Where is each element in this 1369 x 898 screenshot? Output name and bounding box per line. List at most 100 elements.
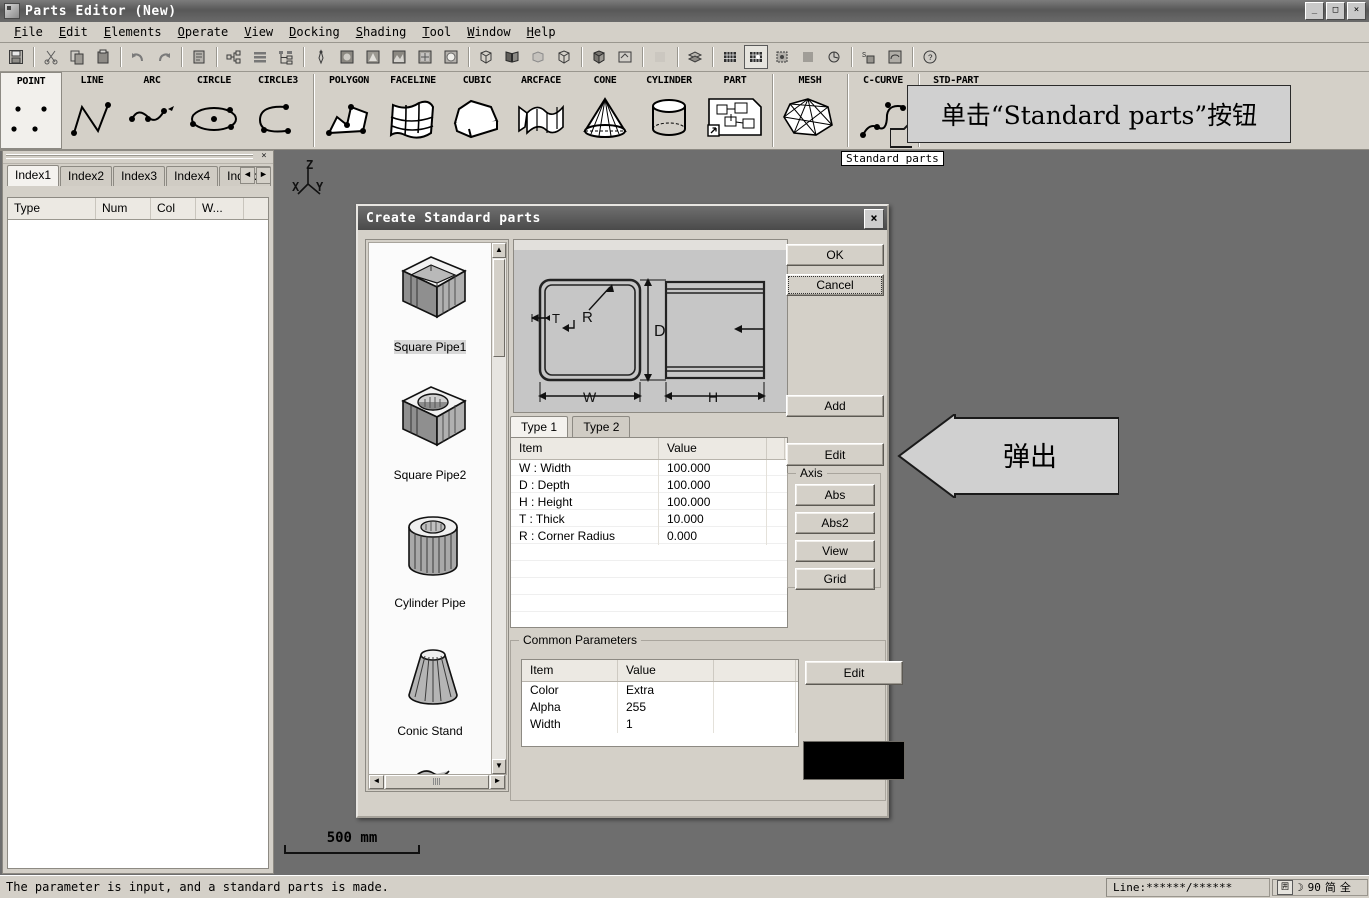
sidebar-tab-index1[interactable]: Index1	[7, 165, 60, 186]
help-icon[interactable]: ?	[918, 45, 942, 69]
texture-icon[interactable]	[387, 45, 411, 69]
properties-icon[interactable]	[187, 45, 211, 69]
common-value-width[interactable]: 1	[618, 716, 714, 733]
common-value-color[interactable]: Extra	[618, 682, 714, 699]
list-icon[interactable]	[248, 45, 272, 69]
dialog-close-icon[interactable]: ×	[864, 209, 884, 229]
cancel-button[interactable]: Cancel	[786, 274, 884, 296]
color-swatch[interactable]	[803, 741, 905, 780]
param-value-depth[interactable]: 100.000	[659, 477, 767, 494]
parts-gallery[interactable]: Square Pipe1 Square Pipe2 Cylinder Pipe …	[365, 239, 509, 792]
common-edit-button[interactable]: Edit	[805, 661, 903, 685]
ime-mode-90[interactable]: 90	[1308, 880, 1321, 895]
parts-vertical-scrollbar[interactable]: ▲ ▼	[491, 242, 507, 775]
shade-flat-icon[interactable]	[526, 45, 550, 69]
palette-item-cone[interactable]: CONE	[573, 72, 637, 149]
layers-icon[interactable]	[683, 45, 707, 69]
axis-abs-button[interactable]: Abs	[795, 484, 875, 506]
ime-simplified-icon[interactable]: 简	[1325, 880, 1336, 895]
column-header-num[interactable]: Num	[96, 198, 151, 219]
tab-scroll-prev-icon[interactable]: ◄	[240, 167, 255, 184]
book-icon[interactable]	[500, 45, 524, 69]
sidebar-tab-index4[interactable]: Index4	[166, 166, 219, 186]
common-column-item[interactable]: Item	[522, 660, 618, 681]
copy-icon[interactable]	[65, 45, 89, 69]
ime-fullwidth-icon[interactable]: 全	[1340, 880, 1351, 895]
wireframe-icon[interactable]	[474, 45, 498, 69]
sidebar-tab-index2[interactable]: Index2	[60, 166, 113, 186]
axis-view-button[interactable]: View	[795, 540, 875, 562]
close-button[interactable]: ×	[1347, 2, 1366, 20]
palette-item-mesh[interactable]: MESH	[776, 72, 844, 149]
palette-item-cubic[interactable]: CUBIC	[445, 72, 509, 149]
hierarchy-icon[interactable]	[274, 45, 298, 69]
menu-edit[interactable]: Edit	[51, 24, 96, 40]
dimension-icon[interactable]	[822, 45, 846, 69]
swap-icon[interactable]	[613, 45, 637, 69]
redo-icon[interactable]	[152, 45, 176, 69]
palette-item-arcface[interactable]: ARCFACE	[509, 72, 573, 149]
param-value-thick[interactable]: 10.000	[659, 511, 767, 528]
scroll-down-icon[interactable]: ▼	[492, 759, 506, 774]
ok-button[interactable]: OK	[786, 244, 884, 266]
menu-help[interactable]: Help	[519, 24, 564, 40]
palette-item-polygon[interactable]: POLYGON	[317, 72, 381, 149]
tab-scroll-next-icon[interactable]: ►	[256, 167, 271, 184]
menu-file[interactable]: File	[6, 24, 51, 40]
param-value-corner-radius[interactable]: 0.000	[659, 528, 767, 545]
element-list[interactable]: Type Num Col W...	[7, 197, 269, 869]
palette-item-line[interactable]: LINE	[62, 72, 122, 149]
table-row[interactable]: D : Depth 100.000	[511, 477, 787, 494]
horizontal-scroll-thumb[interactable]	[385, 775, 489, 789]
palette-item-part[interactable]: PART	[701, 72, 769, 149]
cut-icon[interactable]	[39, 45, 63, 69]
column-header-type[interactable]: Type	[8, 198, 96, 219]
param-column-item[interactable]: Item	[511, 438, 659, 459]
tab-type-1[interactable]: Type 1	[510, 416, 569, 437]
menu-operate[interactable]: Operate	[170, 24, 237, 40]
moon-icon[interactable]: ☽	[1297, 880, 1304, 895]
table-row[interactable]: Color Extra	[522, 682, 798, 699]
param-value-width[interactable]: 100.000	[659, 460, 767, 477]
shade-box-icon[interactable]	[552, 45, 576, 69]
part-item-conic-stand[interactable]: Conic Stand	[369, 627, 491, 755]
palette-item-arc[interactable]: ARC	[122, 72, 182, 149]
undo-icon[interactable]	[126, 45, 150, 69]
scroll-up-icon[interactable]: ▲	[492, 243, 506, 258]
axis-abs2-button[interactable]: Abs2	[795, 512, 875, 534]
column-header-width[interactable]: W...	[196, 198, 244, 219]
part-item-partial[interactable]	[369, 755, 491, 774]
menu-docking[interactable]: Docking	[281, 24, 348, 40]
solid-icon[interactable]	[587, 45, 611, 69]
rotate-icon[interactable]	[883, 45, 907, 69]
light-icon[interactable]	[361, 45, 385, 69]
menu-view[interactable]: View	[236, 24, 281, 40]
part-item-cylinder-pipe[interactable]: Cylinder Pipe	[369, 499, 491, 627]
palette-item-cylinder[interactable]: CYLINDER	[637, 72, 701, 149]
fill-icon[interactable]	[796, 45, 820, 69]
common-parameters-table[interactable]: Item Value Color Extra Alpha 255 Width 1	[521, 659, 799, 747]
render-icon[interactable]	[335, 45, 359, 69]
part-item-square-pipe1[interactable]: Square Pipe1	[369, 243, 491, 371]
measure-icon[interactable]	[309, 45, 333, 69]
table-row[interactable]: H : Height 100.000	[511, 494, 787, 511]
palette-item-point[interactable]: POINT	[0, 72, 62, 149]
image-icon[interactable]	[439, 45, 463, 69]
column-header-col[interactable]: Col	[151, 198, 196, 219]
table-row[interactable]: Width 1	[522, 716, 798, 733]
material-icon[interactable]	[413, 45, 437, 69]
panel-close-icon[interactable]: ×	[258, 151, 270, 163]
minimize-button[interactable]: _	[1305, 2, 1324, 20]
scroll-left-icon[interactable]: ◄	[369, 775, 384, 789]
snap-icon[interactable]	[770, 45, 794, 69]
vertical-scroll-thumb[interactable]	[493, 259, 505, 357]
common-column-value[interactable]: Value	[618, 660, 714, 681]
tab-type-2[interactable]: Type 2	[572, 416, 631, 437]
table-row[interactable]: W : Width 100.000	[511, 460, 787, 477]
sidebar-tab-index3[interactable]: Index3	[113, 166, 166, 186]
part-item-square-pipe2[interactable]: Square Pipe2	[369, 371, 491, 499]
palette-item-faceline[interactable]: FACELINE	[381, 72, 445, 149]
scroll-right-icon[interactable]: ►	[490, 775, 505, 789]
menu-elements[interactable]: Elements	[96, 24, 170, 40]
tree-icon[interactable]	[222, 45, 246, 69]
